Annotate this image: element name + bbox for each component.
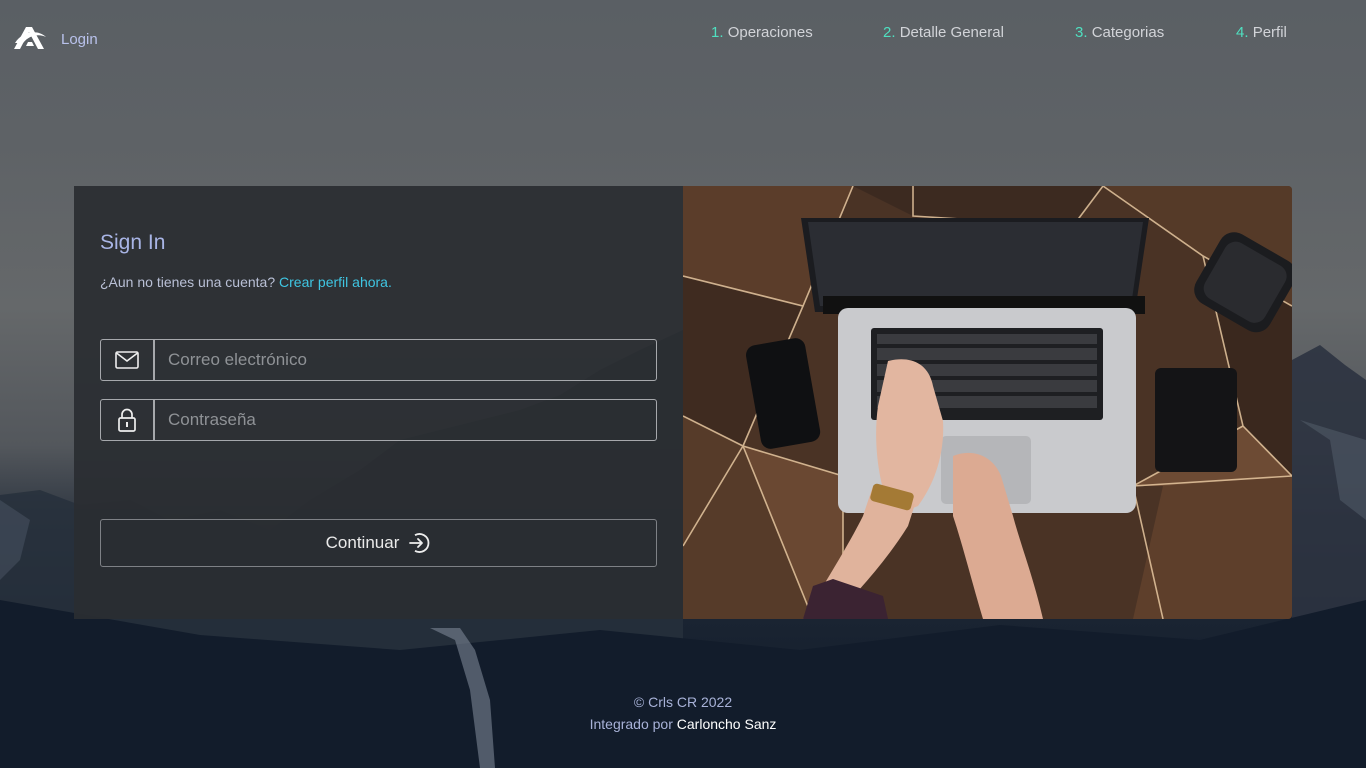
- signin-form-panel: Sign In ¿Aun no tienes una cuenta? Crear…: [74, 186, 683, 619]
- nav-item-detalle-general[interactable]: 2. Detalle General: [883, 24, 1004, 41]
- nav-number: 2.: [883, 24, 896, 41]
- mail-icon: [100, 339, 154, 381]
- signup-prompt: ¿Aun no tienes una cuenta? Crear perfil …: [100, 274, 392, 290]
- footer: © Crls CR 2022 Integrado por Carloncho S…: [0, 691, 1366, 735]
- laptop-desk-illustration: [683, 186, 1292, 619]
- signin-card: Sign In ¿Aun no tienes una cuenta? Crear…: [74, 186, 1292, 619]
- nav-label: Categorias: [1091, 24, 1165, 41]
- copyright-text: © Crls CR 2022: [633, 694, 733, 710]
- author-name: Carloncho Sanz: [676, 716, 777, 732]
- signup-prompt-text: ¿Aun no tienes una cuenta?: [100, 274, 276, 290]
- signin-title: Sign In: [100, 231, 166, 254]
- nav-label: Detalle General: [899, 24, 1004, 41]
- credits-text: Integrado por: [589, 716, 673, 732]
- create-profile-link[interactable]: Crear perfil ahora.: [279, 274, 392, 290]
- nav-label: Perfil: [1252, 24, 1287, 41]
- nav-item-perfil[interactable]: 4. Perfil: [1236, 24, 1287, 41]
- email-input[interactable]: [154, 339, 657, 381]
- email-field-group: [100, 339, 657, 381]
- continue-button-label: Continuar: [325, 533, 400, 552]
- nav-number: 4.: [1236, 24, 1249, 41]
- nav-number: 3.: [1075, 24, 1088, 41]
- nav-number: 1.: [711, 24, 724, 41]
- top-navbar: Login 1. Operaciones 2. Detalle General …: [0, 0, 1366, 72]
- main-nav: 1. Operaciones 2. Detalle General 3. Cat…: [0, 24, 1366, 44]
- nav-item-categorias[interactable]: 3. Categorias: [1075, 24, 1164, 41]
- nav-item-operaciones[interactable]: 1. Operaciones: [711, 24, 813, 41]
- credits-line: Integrado por Carloncho Sanz: [0, 713, 1366, 735]
- login-arrow-icon: [409, 533, 430, 553]
- lock-icon: [100, 399, 154, 441]
- hero-image: [683, 186, 1292, 619]
- password-field-group: [100, 399, 657, 441]
- password-input[interactable]: [154, 399, 657, 441]
- nav-label: Operaciones: [727, 24, 813, 41]
- continue-button[interactable]: Continuar: [100, 519, 657, 567]
